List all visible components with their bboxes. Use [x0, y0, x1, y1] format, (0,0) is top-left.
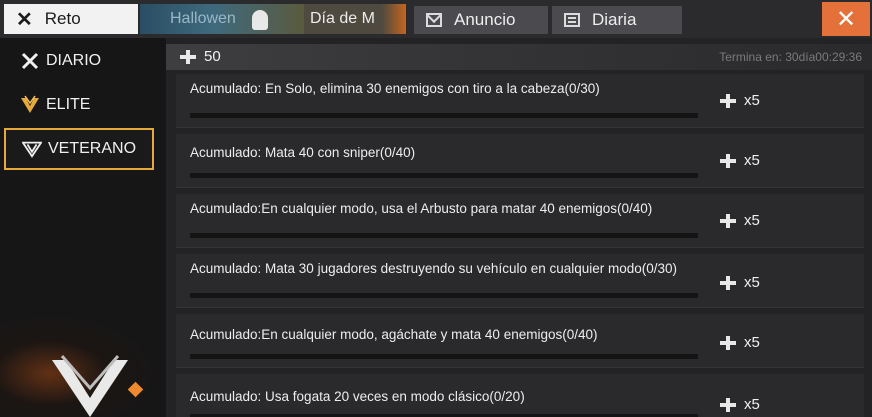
reward-amount: x5 [744, 274, 760, 291]
sidebar: DIARIO ELITE VETERANO [0, 38, 166, 417]
x-icon [20, 52, 40, 70]
task-reward: x5 [720, 212, 760, 229]
task-description: Acumulado:En cualquier modo, usa el Arbu… [190, 201, 653, 216]
points-value: 50 [204, 48, 221, 65]
tab-dia-label: Día de M [310, 10, 375, 27]
token-icon [720, 153, 736, 168]
mail-icon [426, 13, 442, 27]
task-row[interactable]: Acumulado:En cualquier modo, usa el Arbu… [176, 194, 864, 248]
tab-halloween-event[interactable]: Hallowen [140, 4, 304, 34]
task-row[interactable]: Acumulado: Mata 40 con sniper(0/40) x5 [176, 134, 864, 188]
token-icon [720, 93, 736, 108]
reward-amount: x5 [744, 212, 760, 229]
progress-bar [190, 173, 698, 178]
token-icon [720, 397, 736, 412]
tab-dia-de-muertos[interactable]: Día de M [304, 4, 406, 34]
task-description: Acumulado: Mata 40 con sniper(0/40) [190, 145, 416, 160]
tab-reto[interactable]: ✕ Reto [4, 4, 138, 34]
task-row[interactable]: Acumulado:En cualquier modo, agáchate y … [176, 314, 864, 368]
token-icon [180, 49, 196, 64]
tab-anuncio[interactable]: Anuncio [414, 6, 548, 34]
sidebar-item-elite[interactable]: ELITE [4, 84, 154, 126]
task-row[interactable]: Acumulado: Mata 30 jugadores destruyendo… [176, 254, 864, 308]
progress-bar [190, 354, 698, 359]
task-reward: x5 [720, 92, 760, 109]
sidebar-item-veterano[interactable]: VETERANO [4, 128, 154, 170]
progress-bar [190, 113, 698, 118]
sidebar-item-label: ELITE [46, 96, 91, 113]
sidebar-item-label: DIARIO [46, 52, 102, 69]
ghost-icon [252, 10, 268, 30]
task-row[interactable]: Acumulado: Usa fogata 20 veces en modo c… [176, 374, 864, 417]
task-description: Acumulado: Usa fogata 20 veces en modo c… [190, 389, 525, 404]
tab-event-label: Hallowen [170, 10, 236, 27]
close-button[interactable]: ✕ [822, 2, 870, 36]
progress-bar [190, 233, 698, 238]
tab-reto-label: Reto [44, 9, 81, 28]
reward-amount: x5 [744, 396, 760, 413]
calendar-icon [564, 13, 580, 27]
task-reward: x5 [720, 334, 760, 351]
task-description: Acumulado: En Solo, elimina 30 enemigos … [190, 81, 600, 96]
task-description: Acumulado: Mata 30 jugadores destruyendo… [190, 261, 678, 276]
task-reward: x5 [720, 274, 760, 291]
reward-amount: x5 [744, 334, 760, 351]
task-reward: x5 [720, 152, 760, 169]
sidebar-item-diario[interactable]: DIARIO [4, 40, 154, 82]
task-panel: 50 Termina en: 30día00:29:36 Acumulado: … [166, 38, 872, 417]
reward-amount: x5 [744, 92, 760, 109]
sidebar-item-label: VETERANO [48, 140, 137, 157]
points-display: 50 [180, 48, 221, 65]
veterano-emblem [0, 308, 166, 417]
close-icon: ✕ [835, 5, 857, 33]
tab-anuncio-label: Anuncio [454, 10, 516, 29]
x-icon: ✕ [16, 8, 33, 31]
token-icon [720, 213, 736, 228]
tab-diaria-label: Diaria [592, 10, 637, 29]
countdown-timer: Termina en: 30día00:29:36 [719, 50, 862, 64]
veterano-badge-icon [22, 140, 42, 158]
elite-badge-icon [20, 95, 40, 115]
progress-bar [190, 293, 698, 298]
token-icon [720, 335, 736, 350]
token-icon [720, 275, 736, 290]
task-reward: x5 [720, 396, 760, 413]
task-row[interactable]: Acumulado: En Solo, elimina 30 enemigos … [176, 74, 864, 128]
task-description: Acumulado:En cualquier modo, agáchate y … [190, 327, 598, 342]
reward-amount: x5 [744, 152, 760, 169]
top-tab-bar: ✕ Reto Hallowen Día de M Anuncio Diaria … [0, 0, 872, 38]
tab-diaria[interactable]: Diaria [552, 6, 682, 34]
